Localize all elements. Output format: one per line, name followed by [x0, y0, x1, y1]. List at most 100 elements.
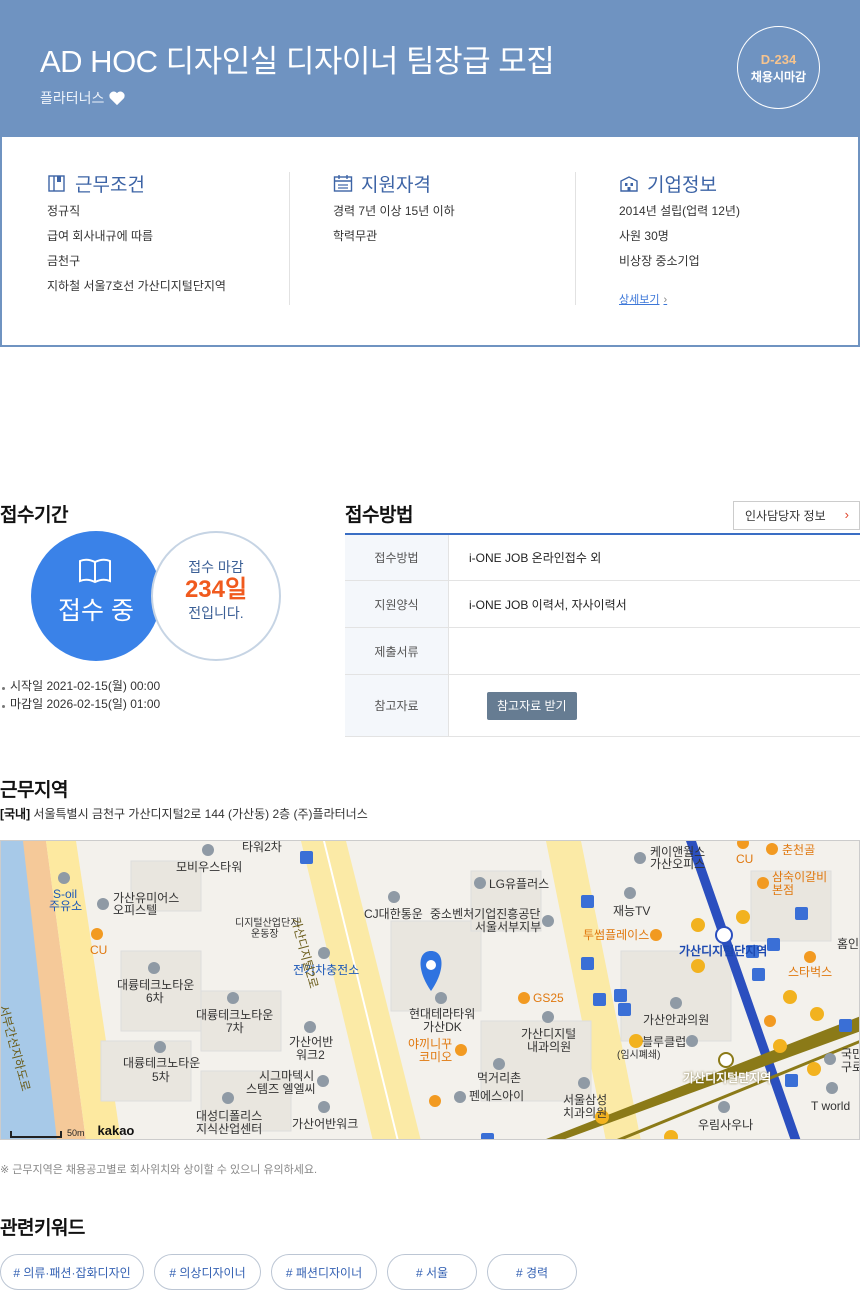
condition-item: 지하철 서울7호선 가산디지털단지역 — [47, 279, 226, 293]
map-label: CU — [90, 943, 108, 957]
kakao-logo: kakao — [97, 1123, 135, 1138]
map-label: 펜에스아이 — [469, 1089, 525, 1103]
scale-label: 50m — [67, 1128, 85, 1138]
region-tag: [국내] — [0, 807, 31, 821]
map-label: 국민 — [841, 1047, 859, 1061]
company-detail-label: 상세보기 — [619, 294, 660, 306]
keyword-tag[interactable]: # 패션디자이너 — [271, 1254, 377, 1290]
map-label: 가산어반 — [289, 1035, 334, 1049]
keyword-tag[interactable]: # 의류·패션·잡화디자인 — [0, 1254, 144, 1290]
map-label: T world — [811, 1099, 851, 1113]
qualifications-title: 지원자격 — [361, 174, 431, 196]
map-label: 가산안과의원 — [643, 1013, 710, 1027]
row-value — [449, 628, 860, 674]
map-label: 스템즈 엘엘씨 — [246, 1082, 316, 1096]
location-notice: ※ 근무지역은 채용공고별로 회사위치와 상이할 수 있으니 유의하세요. — [0, 1164, 318, 1176]
map-label: 현대테라타워 — [409, 1007, 476, 1021]
qualification-item: 경력 7년 이상 15년 이하 — [333, 204, 455, 218]
map-label: 대성디폴리스 — [196, 1109, 263, 1123]
row-label: 제출서류 — [345, 628, 449, 674]
dday-label: 채용시마감 — [750, 70, 807, 84]
apply-title: 접수방법 — [345, 505, 413, 526]
map-label: 치과의원 — [563, 1106, 608, 1120]
map-label: 투썸플레이스 — [583, 928, 650, 942]
download-reference-button[interactable]: 참고자료 받기 — [487, 691, 577, 720]
hr-contact-button[interactable]: 인사담당자 정보 › — [733, 501, 860, 530]
map-label: 재능TV — [613, 904, 651, 918]
job-header: AD HOC 디자인실 디자이너 팀장급 모집 플라터너스 D-234 채용시마… — [0, 0, 860, 137]
map-label: 내과의원 — [527, 1040, 572, 1054]
period-title: 접수기간 — [0, 505, 68, 526]
map-label: 가산디지털단지역 — [683, 1071, 772, 1085]
table-row: 지원양식 i-ONE JOB 이력서, 자사이력서 — [345, 581, 860, 628]
location-map[interactable]: 타워2차 모비우스타워 케이앤월스 가산오피스 춘천골 삼숙이갈비 본점 S-o… — [0, 840, 860, 1140]
map-label: 우림사우나 — [698, 1118, 754, 1132]
map-label: CJ대한통운 — [364, 907, 423, 921]
map-label: 서울삼성 — [563, 1093, 608, 1107]
row-value: i-ONE JOB 온라인접수 외 — [469, 551, 602, 565]
table-row: 접수방법 i-ONE JOB 온라인접수 외 — [345, 535, 860, 581]
row-value: 참고자료 받기 — [449, 675, 860, 736]
work-address: [국내] 서울특별시 금천구 가산디지털2로 144 (가산동) 2층 (주)플… — [0, 805, 368, 822]
map-label: 가산디지털단지역 — [679, 944, 768, 958]
keyword-tag[interactable]: # 의상디자이너 — [154, 1254, 261, 1290]
map-label: 주유소 — [49, 899, 83, 913]
map-label: 모비우스타워 — [176, 860, 243, 874]
map-label: 타워2차 — [242, 840, 282, 854]
company-info-heading: 기업정보 — [619, 172, 849, 196]
map-scale: 50m kakao — [10, 1123, 134, 1138]
building-icon — [620, 176, 638, 192]
company-name-row: 플라터너스 — [40, 88, 126, 108]
scale-bar — [10, 1131, 62, 1138]
dday-badge: D-234 채용시마감 — [737, 26, 820, 109]
company-info-item: 비상장 중소기업 — [619, 254, 700, 268]
row-value: i-ONE JOB 이력서, 자사이력서 — [469, 597, 627, 612]
row-label: 참고자료 — [345, 675, 449, 736]
status-text: 접수 중 — [58, 597, 134, 625]
company-info: 기업정보 2014년 설립(업력 12년) 사원 30명 비상장 중소기업 상세… — [619, 172, 849, 307]
company-name[interactable]: 플라터너스 — [40, 88, 104, 108]
company-detail-link[interactable]: 상세보기 › — [619, 291, 667, 307]
status-circle: 접수 중 — [31, 531, 161, 661]
company-info-title: 기업정보 — [647, 174, 717, 196]
heart-icon[interactable] — [108, 90, 126, 106]
map-label: LG유플러스 — [489, 877, 550, 891]
company-info-item: 사원 30명 — [619, 229, 669, 243]
map-label: GS25 — [533, 991, 564, 1005]
map-label: 5차 — [152, 1070, 170, 1084]
column-divider — [575, 172, 576, 305]
map-label: 홈인 — [837, 937, 860, 951]
condition-item: 금천구 — [47, 254, 81, 268]
table-row: 제출서류 — [345, 628, 860, 675]
end-date: 마감일 2026-02-15(일) 01:00 — [1, 697, 161, 711]
work-conditions: 근무조건 정규직 급여 회사내규에 따름 금천구 지하철 서울7호선 가산디지털… — [47, 172, 289, 305]
column-divider — [289, 172, 290, 305]
qualifications: 지원자격 경력 7년 이상 15년 이하 학력무관 — [333, 172, 575, 305]
hr-contact-label: 인사담당자 정보 — [745, 509, 826, 523]
map-label: 가산오피스 — [650, 857, 706, 871]
map-label: 가산디지털 — [521, 1027, 577, 1041]
map-label: 본점 — [772, 883, 795, 897]
qualification-item: 학력무관 — [333, 229, 378, 243]
row-label: 접수방법 — [345, 535, 449, 580]
map-label: 삼숙이갈비 — [772, 870, 828, 884]
map-label: 대륭테크노타운 — [123, 1056, 201, 1070]
calendar-icon — [333, 175, 353, 192]
keyword-tag[interactable]: # 서울 — [387, 1254, 477, 1290]
map-label: 스타벅스 — [788, 965, 833, 979]
map-label: 야끼니꾸 — [408, 1037, 453, 1051]
keyword-tag[interactable]: # 경력 — [487, 1254, 577, 1290]
open-book-icon — [79, 558, 111, 584]
job-title: AD HOC 디자인실 디자이너 팀장급 모집 — [40, 44, 555, 79]
deadline-days: 234일 — [184, 576, 248, 603]
start-date: 시작일 2021-02-15(월) 00:00 — [1, 679, 161, 693]
map-label: 오피스텔 — [113, 903, 158, 917]
chevron-right-icon: › — [663, 294, 668, 306]
work-conditions-title: 근무조건 — [75, 174, 145, 196]
address-text: 서울특별시 금천구 가산디지털2로 144 (가산동) 2층 (주)플라터너스 — [33, 807, 368, 821]
map-label: 대륭테크노타운 — [117, 978, 195, 992]
map-label: 블루클럽 — [642, 1035, 687, 1049]
book-icon — [48, 175, 65, 192]
map-label: 시그마텍시 — [259, 1069, 315, 1083]
map-label: 가산어반워크 — [292, 1117, 359, 1131]
